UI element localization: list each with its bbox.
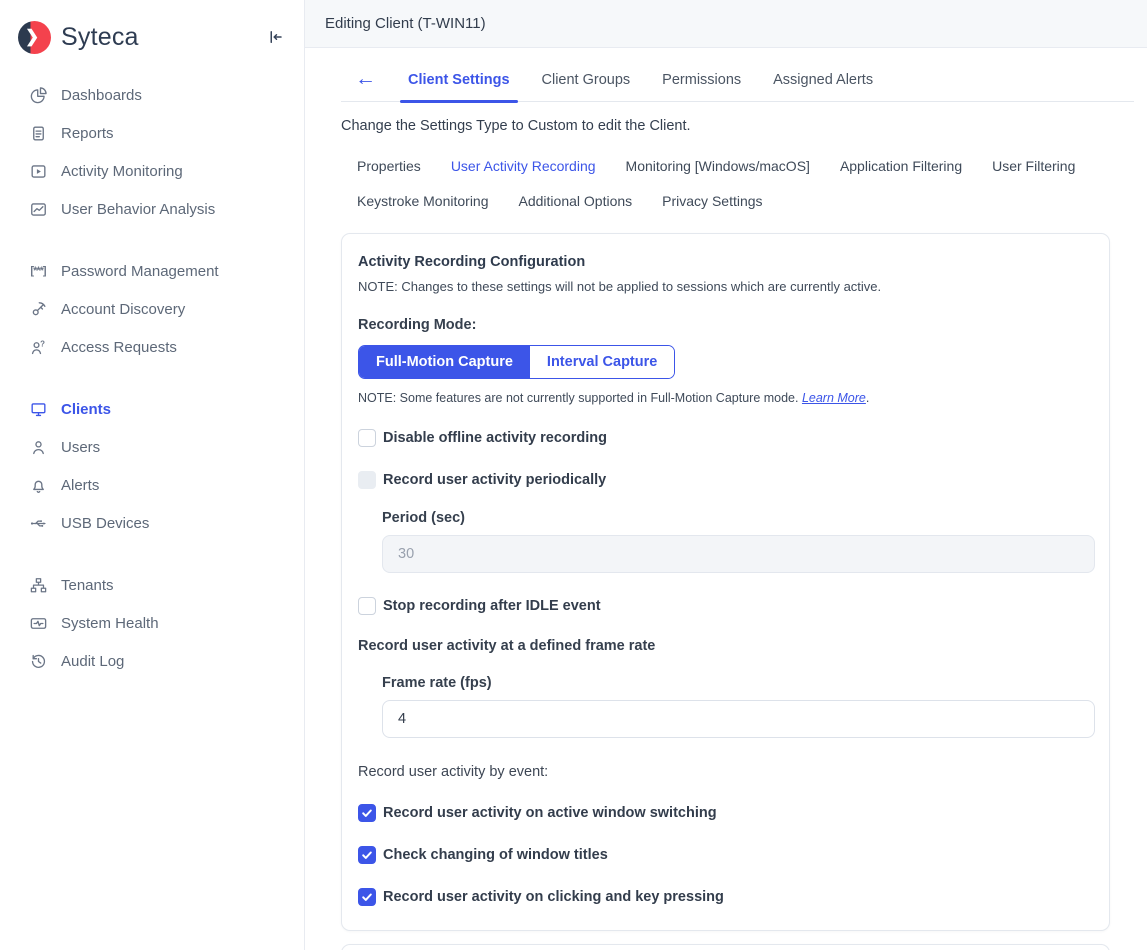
health-monitor-icon — [28, 613, 48, 633]
content-area: ← Client Settings Client Groups Permissi… — [305, 48, 1147, 950]
sidebar-item-label: USB Devices — [61, 515, 149, 532]
sidebar-item-access-requests[interactable]: ? Access Requests — [0, 328, 304, 366]
sidebar-item-label: Access Requests — [61, 339, 177, 356]
brand-name: Syteca — [61, 23, 266, 52]
checkbox-unchecked-icon — [358, 597, 376, 615]
subtab-properties[interactable]: Properties — [357, 158, 421, 174]
frame-rate-input[interactable] — [382, 700, 1095, 738]
subtab-user-activity-recording[interactable]: User Activity Recording — [451, 158, 596, 174]
period-label: Period (sec) — [382, 510, 1093, 526]
page-title: Editing Client (T-WIN11) — [325, 15, 486, 32]
sidebar-item-activity-monitoring[interactable]: Activity Monitoring — [0, 152, 304, 190]
org-chart-icon — [28, 575, 48, 595]
subtab-application-filtering[interactable]: Application Filtering — [840, 158, 962, 174]
checkbox-checked-icon — [358, 888, 376, 906]
sidebar-item-audit-log[interactable]: Audit Log — [0, 642, 304, 680]
sidebar-item-label: Account Discovery — [61, 301, 185, 318]
brand-row: ❯ Syteca — [0, 18, 304, 56]
sidebar-item-label: Activity Monitoring — [61, 163, 183, 180]
subtab-privacy-settings[interactable]: Privacy Settings — [662, 193, 762, 209]
bell-icon — [28, 475, 48, 495]
checkbox-record-on-click-keypress[interactable]: Record user activity on clicking and key… — [358, 888, 1093, 906]
full-motion-capture-button[interactable]: Full-Motion Capture — [359, 346, 530, 378]
checkbox-record-on-window-switching[interactable]: Record user activity on active window sw… — [358, 804, 1093, 822]
sidebar-item-label: Password Management — [61, 263, 219, 280]
sidebar-item-label: Tenants — [61, 577, 114, 594]
sidebar-item-label: System Health — [61, 615, 159, 632]
sidebar-item-label: Reports — [61, 125, 114, 142]
subtab-keystroke-monitoring[interactable]: Keystroke Monitoring — [357, 193, 489, 209]
sidebar-item-reports[interactable]: Reports — [0, 114, 304, 152]
sidebar-item-usb-devices[interactable]: USB Devices — [0, 504, 304, 542]
main-area: Editing Client (T-WIN11) ← Client Settin… — [305, 0, 1147, 950]
checkbox-checked-icon — [358, 846, 376, 864]
interval-capture-button[interactable]: Interval Capture — [530, 346, 674, 378]
checkbox-record-periodically[interactable]: Record user activity periodically — [358, 471, 1093, 489]
mode-note: NOTE: Some features are not currently su… — [358, 391, 1093, 405]
password-brackets-icon: [***] — [28, 261, 48, 281]
sidebar-item-account-discovery[interactable]: Account Discovery — [0, 290, 304, 328]
card-title: Activity Recording Configuration — [358, 254, 1093, 270]
checkbox-unchecked-icon — [358, 429, 376, 447]
recording-mode-toggle: Full-Motion Capture Interval Capture — [358, 345, 675, 379]
checkbox-check-window-titles[interactable]: Check changing of window titles — [358, 846, 1093, 864]
trend-chart-icon — [28, 199, 48, 219]
sidebar-item-label: Dashboards — [61, 87, 142, 104]
checkbox-stop-after-idle[interactable]: Stop recording after IDLE event — [358, 597, 1093, 615]
sidebar-item-dashboards[interactable]: Dashboards — [0, 76, 304, 114]
syteca-logo-icon: ❯ — [18, 21, 51, 54]
settings-type-info: Change the Settings Type to Custom to ed… — [341, 118, 1134, 134]
tab-permissions[interactable]: Permissions — [658, 72, 745, 101]
subtab-bar: Properties User Activity Recording Monit… — [341, 158, 1134, 209]
period-input — [382, 535, 1095, 573]
play-square-icon — [28, 161, 48, 181]
by-event-label: Record user activity by event: — [358, 764, 1093, 780]
sidebar-item-label: User Behavior Analysis — [61, 201, 215, 218]
frame-rate-label: Frame rate (fps) — [382, 675, 1093, 691]
recording-mode-label: Recording Mode: — [358, 317, 1093, 333]
svg-text:?: ? — [40, 339, 45, 348]
sidebar-item-label: Alerts — [61, 477, 99, 494]
tab-client-groups[interactable]: Client Groups — [538, 72, 635, 101]
sidebar-item-label: Clients — [61, 401, 111, 418]
sidebar-item-clients[interactable]: Clients — [0, 390, 304, 428]
mode-note-text: NOTE: Some features are not currently su… — [358, 391, 802, 405]
document-icon — [28, 123, 48, 143]
sidebar-item-label: Audit Log — [61, 653, 124, 670]
sidebar-item-alerts[interactable]: Alerts — [0, 466, 304, 504]
sidebar-item-user-behavior-analysis[interactable]: User Behavior Analysis — [0, 190, 304, 228]
subtab-user-filtering[interactable]: User Filtering — [992, 158, 1075, 174]
monitor-icon — [28, 399, 48, 419]
key-icon — [28, 299, 48, 319]
user-icon — [28, 437, 48, 457]
sidebar-item-users[interactable]: Users — [0, 428, 304, 466]
learn-more-link[interactable]: Learn More — [802, 391, 866, 405]
history-clock-icon — [28, 651, 48, 671]
sidebar-item-tenants[interactable]: Tenants — [0, 566, 304, 604]
subtab-monitoring[interactable]: Monitoring [Windows/macOS] — [626, 158, 810, 174]
tab-assigned-alerts[interactable]: Assigned Alerts — [769, 72, 877, 101]
card-note: NOTE: Changes to these settings will not… — [358, 279, 1093, 294]
subtab-additional-options[interactable]: Additional Options — [519, 193, 633, 209]
checkbox-disable-offline-recording[interactable]: Disable offline activity recording — [358, 429, 1093, 447]
app-window: ❯ Syteca Dashboards — [0, 0, 1147, 950]
activity-recording-card: Activity Recording Configuration NOTE: C… — [341, 233, 1110, 931]
sidebar: ❯ Syteca Dashboards — [0, 0, 305, 950]
tab-client-settings[interactable]: Client Settings — [404, 72, 514, 101]
checkbox-disabled-icon — [358, 471, 376, 489]
pie-chart-icon — [28, 85, 48, 105]
collapse-sidebar-icon[interactable] — [266, 28, 284, 46]
sidebar-nav: Dashboards Reports — [0, 76, 304, 680]
tab-bar: ← Client Settings Client Groups Permissi… — [341, 48, 1134, 102]
sidebar-item-label: Users — [61, 439, 100, 456]
user-question-icon: ? — [28, 337, 48, 357]
back-arrow-icon[interactable]: ← — [341, 68, 378, 101]
checkbox-checked-icon — [358, 804, 376, 822]
page-header: Editing Client (T-WIN11) — [305, 0, 1147, 48]
next-settings-card-stub — [341, 944, 1110, 950]
sidebar-item-password-management[interactable]: [***] Password Management — [0, 252, 304, 290]
frame-rate-section-label: Record user activity at a defined frame … — [358, 638, 1093, 654]
sidebar-item-system-health[interactable]: System Health — [0, 604, 304, 642]
usb-icon — [28, 513, 48, 533]
